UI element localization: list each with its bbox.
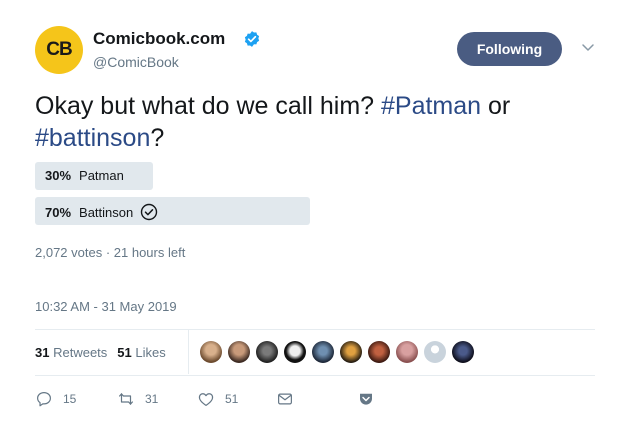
save-to-collection-button[interactable] <box>357 390 385 408</box>
like-button[interactable]: 51 <box>197 390 238 408</box>
envelope-icon <box>278 393 292 405</box>
retweets-label: Retweets <box>53 345 108 360</box>
avatar[interactable]: CB <box>35 26 83 74</box>
reply-icon <box>37 392 51 407</box>
poll-percent: 70% <box>45 204 72 220</box>
liker-avatar[interactable] <box>396 341 418 363</box>
likes-stat[interactable]: 51 Likes <box>117 345 165 360</box>
tweet-text-part: or <box>481 92 511 120</box>
poll-option-battinson: 70% Battinson <box>35 197 430 225</box>
hashtag-link-patman[interactable]: #Patman <box>381 92 481 120</box>
handle[interactable]: @ComicBook <box>93 54 179 70</box>
reply-button[interactable]: 15 <box>35 390 76 408</box>
retweet-button[interactable]: 31 <box>117 390 158 408</box>
reply-count: 15 <box>63 392 77 406</box>
hashtag-link-battinson[interactable]: #battinson <box>35 124 150 152</box>
heart-icon <box>198 393 214 406</box>
liker-avatar-default[interactable] <box>424 341 446 363</box>
retweet-count: 31 <box>145 392 159 406</box>
liker-avatar[interactable] <box>200 341 222 363</box>
liker-avatar[interactable] <box>340 341 362 363</box>
liker-avatar[interactable] <box>228 341 250 363</box>
liker-avatar[interactable] <box>284 341 306 363</box>
poll-percent: 30% <box>45 168 72 183</box>
poll-option-label: Patman <box>79 168 124 183</box>
check-circle-icon <box>141 203 158 221</box>
stats-separator <box>188 330 189 374</box>
tweet-text-part: Okay but what do we call him? <box>35 92 381 120</box>
like-count: 51 <box>225 392 239 406</box>
following-button[interactable]: Following <box>457 32 562 66</box>
tweet-text-part: ? <box>150 124 165 152</box>
liker-avatar[interactable] <box>312 341 334 363</box>
liker-avatar[interactable] <box>368 341 390 363</box>
tweet-stats: 31 Retweets 51 Likes <box>35 345 166 360</box>
tweet-text: Okay but what do we call him? #Patman or… <box>35 90 595 154</box>
retweets-stat[interactable]: 31 Retweets <box>35 345 107 360</box>
likes-label: Likes <box>135 345 166 360</box>
retweets-count: 31 <box>35 345 50 360</box>
tweet-timestamp[interactable]: 10:32 AM - 31 May 2019 <box>35 299 177 314</box>
divider <box>35 375 595 376</box>
liker-avatar[interactable] <box>256 341 278 363</box>
verified-badge-icon <box>244 31 260 47</box>
chevron-down-icon[interactable] <box>581 40 595 54</box>
poll-meta: 2,072 votes · 21 hours left <box>35 245 186 260</box>
avatar-logo-text: CB <box>46 39 72 60</box>
likes-count: 51 <box>117 345 132 360</box>
liker-avatar[interactable] <box>452 341 474 363</box>
retweet-icon <box>119 393 133 405</box>
pocket-icon <box>360 393 372 405</box>
poll-option-label: Battinson <box>79 204 134 220</box>
direct-message-button[interactable] <box>276 390 304 408</box>
display-name[interactable]: Comicbook.com <box>93 29 225 49</box>
poll-option-patman: 30% Patman <box>35 162 430 190</box>
divider <box>35 329 595 330</box>
